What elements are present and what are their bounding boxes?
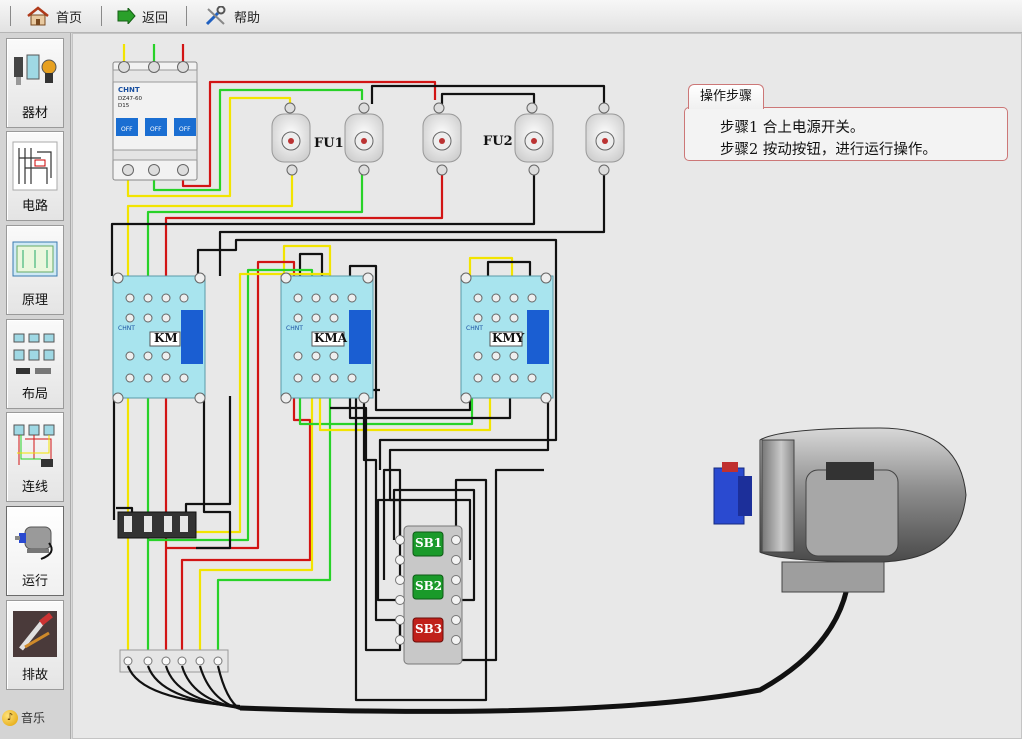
fu1-label: FU1 — [314, 136, 344, 151]
sidebar-item-label: 布局 — [21, 387, 48, 402]
sidebar-item-principle[interactable]: 原理 — [6, 225, 64, 315]
sidebar-item-equipment[interactable]: 器材 — [6, 38, 64, 128]
music-label: 音乐 — [21, 711, 46, 725]
motor-icon — [15, 526, 53, 560]
sb2-label: SB2 — [415, 579, 443, 593]
toolbar-separator — [101, 6, 102, 26]
sidebar: 器材 电路 原理 布局 连线 运行 排故 ♪ 音乐 — [0, 33, 71, 739]
kma-label: KMA — [314, 331, 348, 345]
tools-icon — [205, 6, 226, 26]
help-button[interactable]: 帮助 — [204, 5, 260, 27]
toolbar: 首页 返回 帮助 — [0, 0, 1022, 33]
sidebar-item-label: 运行 — [21, 574, 48, 589]
principle-icon — [12, 241, 58, 277]
back-label: 返回 — [142, 10, 169, 26]
music-toggle[interactable]: ♪ 音乐 — [2, 709, 45, 726]
sidebar-item-troubleshoot[interactable]: 排故 — [6, 600, 64, 690]
back-button[interactable]: 返回 — [116, 5, 168, 27]
home-button[interactable]: 首页 — [26, 5, 82, 27]
sidebar-item-label: 器材 — [21, 106, 48, 121]
step-2-text: 步骤2 按动按钮，进行运行操作。 — [720, 142, 937, 158]
circuit-icon — [12, 141, 58, 191]
sb3-label: SB3 — [415, 622, 443, 636]
sidebar-item-label: 排故 — [21, 668, 48, 683]
sidebar-item-label: 电路 — [21, 199, 48, 214]
wiring-icon — [13, 424, 55, 467]
steps-tab[interactable]: 操作步骤 — [688, 84, 764, 109]
home-label: 首页 — [56, 10, 83, 26]
km-label: KM — [154, 331, 178, 345]
troubleshoot-icon — [13, 611, 57, 657]
back-arrow-icon — [117, 8, 136, 24]
sidebar-item-wiring[interactable]: 连线 — [6, 412, 64, 502]
layout-icon — [13, 333, 55, 374]
toolbar-separator — [186, 6, 187, 26]
home-icon — [27, 6, 49, 26]
equipment-icon — [14, 54, 57, 85]
step-1-text: 步骤1 合上电源开关。 — [720, 120, 865, 136]
music-note-icon: ♪ — [2, 709, 18, 726]
sidebar-item-circuit[interactable]: 电路 — [6, 131, 64, 221]
sb1-label: SB1 — [415, 536, 443, 550]
help-label: 帮助 — [234, 10, 261, 26]
sidebar-item-label: 连线 — [21, 480, 48, 495]
sidebar-item-layout[interactable]: 布局 — [6, 319, 64, 409]
fu2-label: FU2 — [483, 134, 513, 149]
sidebar-item-label: 原理 — [21, 293, 48, 308]
sidebar-item-run[interactable]: 运行 — [6, 506, 64, 596]
toolbar-separator — [10, 6, 11, 26]
kmy-label: KMY — [492, 331, 525, 345]
